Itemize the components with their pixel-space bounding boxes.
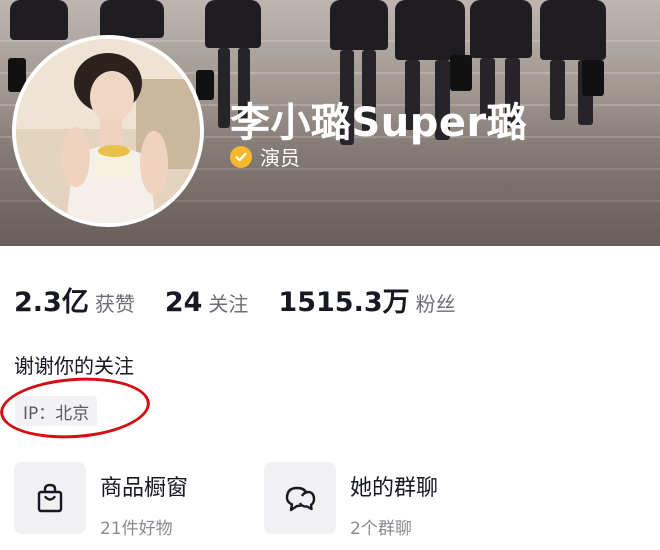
- stat-followers[interactable]: 1515.3万 粉丝: [278, 280, 455, 319]
- shop-window-count: 21件好物: [100, 519, 173, 539]
- shop-window-title: 商品橱窗: [100, 476, 189, 501]
- avatar-photo: [16, 39, 200, 223]
- profile-nickname: 李小璐Super璐: [230, 100, 528, 146]
- group-chat-title: 她的群聊: [350, 476, 439, 501]
- stat-likes-value: 2.3亿: [14, 287, 89, 318]
- verification-label: 演员: [260, 146, 300, 170]
- profile-stats: 2.3亿 获赞 24 关注 1515.3万 粉丝: [14, 280, 486, 319]
- verified-badge-icon: [230, 145, 252, 168]
- shopping-bag-icon: [14, 462, 86, 534]
- stat-followers-label: 粉丝: [415, 292, 456, 316]
- group-chat-count: 2个群聊: [350, 519, 412, 539]
- group-chat-entry[interactable]: 她的群聊 2个群聊: [264, 462, 438, 539]
- verification-row: 演员: [230, 142, 300, 171]
- red-annotation-circle: [0, 372, 152, 444]
- avatar[interactable]: [12, 35, 204, 227]
- stat-following-value: 24: [164, 287, 203, 318]
- shop-window-entry[interactable]: 商品橱窗 21件好物: [14, 462, 188, 539]
- stat-likes: 2.3亿 获赞: [14, 280, 135, 319]
- profile-bio: 谢谢你的关注: [14, 354, 134, 378]
- stat-following-label: 关注: [208, 292, 249, 316]
- stat-likes-label: 获赞: [94, 292, 135, 316]
- stat-followers-value: 1515.3万: [278, 287, 410, 318]
- group-chat-icon: [264, 462, 336, 534]
- stat-following[interactable]: 24 关注: [165, 287, 249, 318]
